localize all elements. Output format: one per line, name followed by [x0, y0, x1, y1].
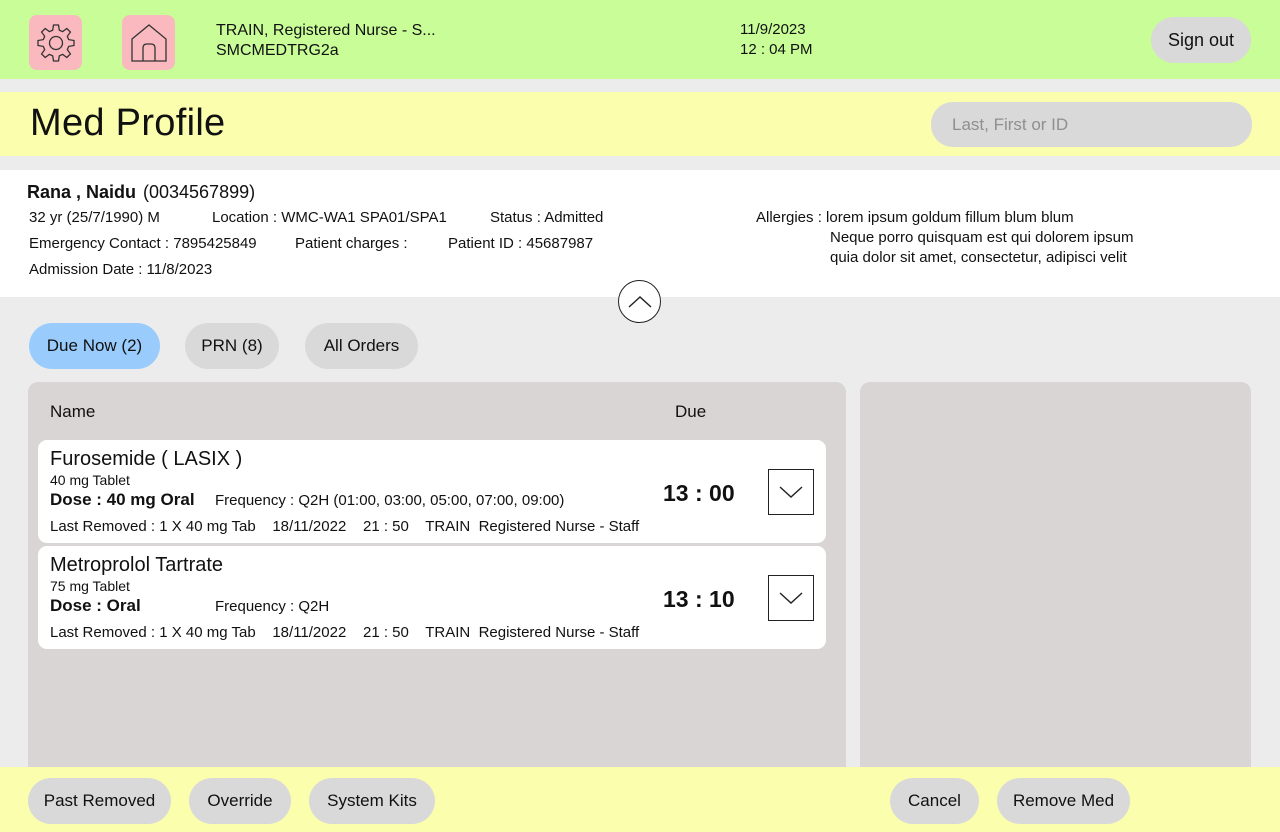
allergies-line-2: Neque porro quisquam est qui dolorem ips…: [830, 229, 1134, 246]
med-due-time: 13 : 10: [663, 586, 735, 612]
order-detail-panel: [860, 382, 1251, 782]
expand-order-button[interactable]: [768, 469, 814, 515]
admission-date: Admission Date : 11/8/2023: [29, 261, 213, 278]
remove-med-button[interactable]: Remove Med: [997, 778, 1130, 824]
chevron-up-icon: [628, 295, 651, 308]
med-last-removed: Last Removed : 1 X 40 mg Tab 18/11/2022 …: [50, 624, 640, 641]
patient-age-dob: 32 yr (25/7/1990) M: [29, 209, 160, 226]
column-header-name: Name: [50, 402, 96, 421]
tab-prn[interactable]: PRN (8): [185, 323, 279, 369]
chevron-down-icon: [779, 486, 803, 498]
med-due-time: 13 : 00: [663, 480, 735, 506]
orders-panel: Name Due Furosemide ( LASIX ) 40 mg Tabl…: [28, 382, 846, 782]
order-row[interactable]: Furosemide ( LASIX ) 40 mg Tablet Dose :…: [38, 440, 826, 543]
emergency-contact: Emergency Contact : 7895425849: [29, 235, 257, 252]
med-name: Metroprolol Tartrate: [50, 554, 224, 576]
settings-button[interactable]: [29, 15, 82, 70]
patient-location: Location : WMC-WA1 SPA01/SPA1: [212, 209, 447, 226]
user-station: SMCMEDTRG2a: [216, 42, 339, 59]
med-dose: Dose : 40 mg Oral: [50, 490, 195, 509]
current-date: 11/9/2023: [740, 21, 806, 38]
patient-mrn: (0034567899): [143, 182, 256, 202]
top-header: TRAIN, Registered Nurse - S... SMCMEDTRG…: [0, 0, 1280, 79]
med-dose: Dose : Oral: [50, 596, 141, 615]
allergies: Allergies : lorem ipsum goldum fillum bl…: [756, 209, 1074, 226]
home-icon: [130, 23, 167, 62]
patient-id: Patient ID : 45687987: [448, 235, 594, 252]
order-row[interactable]: Metroprolol Tartrate 75 mg Tablet Dose :…: [38, 546, 826, 649]
tab-all-orders[interactable]: All Orders: [305, 323, 418, 369]
past-removed-button[interactable]: Past Removed: [28, 778, 171, 824]
user-info: TRAIN, Registered Nurse - S... SMCMEDTRG…: [216, 21, 436, 61]
patient-status: Status : Admitted: [490, 209, 604, 226]
page-title: Med Profile: [30, 102, 226, 144]
home-button[interactable]: [122, 15, 175, 70]
patient-charges: Patient charges :: [295, 235, 408, 252]
med-last-removed: Last Removed : 1 X 40 mg Tab 18/11/2022 …: [50, 518, 640, 535]
expand-order-button[interactable]: [768, 575, 814, 621]
tab-due-now[interactable]: Due Now (2): [29, 323, 160, 369]
allergies-line-3: quia dolor sit amet, consectetur, adipis…: [830, 249, 1127, 266]
patient-info-panel: Rana , Naidu (0034567899) 32 yr (25/7/19…: [0, 170, 1280, 297]
bottom-action-bar: Past Removed Override System Kits Cancel…: [0, 767, 1280, 832]
med-frequency: Frequency : Q2H: [215, 598, 330, 615]
med-strength: 75 mg Tablet: [50, 578, 130, 594]
med-frequency: Frequency : Q2H (01:00, 03:00, 05:00, 07…: [215, 492, 565, 509]
chevron-down-icon: [779, 592, 803, 604]
datetime: 11/9/2023 12 : 04 PM: [740, 20, 813, 60]
patient-search-input[interactable]: [931, 102, 1252, 147]
sign-out-button[interactable]: Sign out: [1151, 17, 1251, 63]
patient-name: Rana , Naidu: [27, 182, 137, 202]
title-bar: Med Profile: [0, 92, 1280, 156]
med-strength: 40 mg Tablet: [50, 472, 130, 488]
collapse-patient-info-button[interactable]: [618, 280, 661, 323]
current-time: 12 : 04 PM: [740, 41, 813, 58]
override-button[interactable]: Override: [189, 778, 291, 824]
system-kits-button[interactable]: System Kits: [309, 778, 435, 824]
med-name: Furosemide ( LASIX ): [50, 448, 243, 470]
user-role: TRAIN, Registered Nurse - S...: [216, 22, 436, 39]
gear-icon: [36, 23, 75, 62]
column-header-due: Due: [675, 402, 707, 421]
cancel-button[interactable]: Cancel: [890, 778, 979, 824]
